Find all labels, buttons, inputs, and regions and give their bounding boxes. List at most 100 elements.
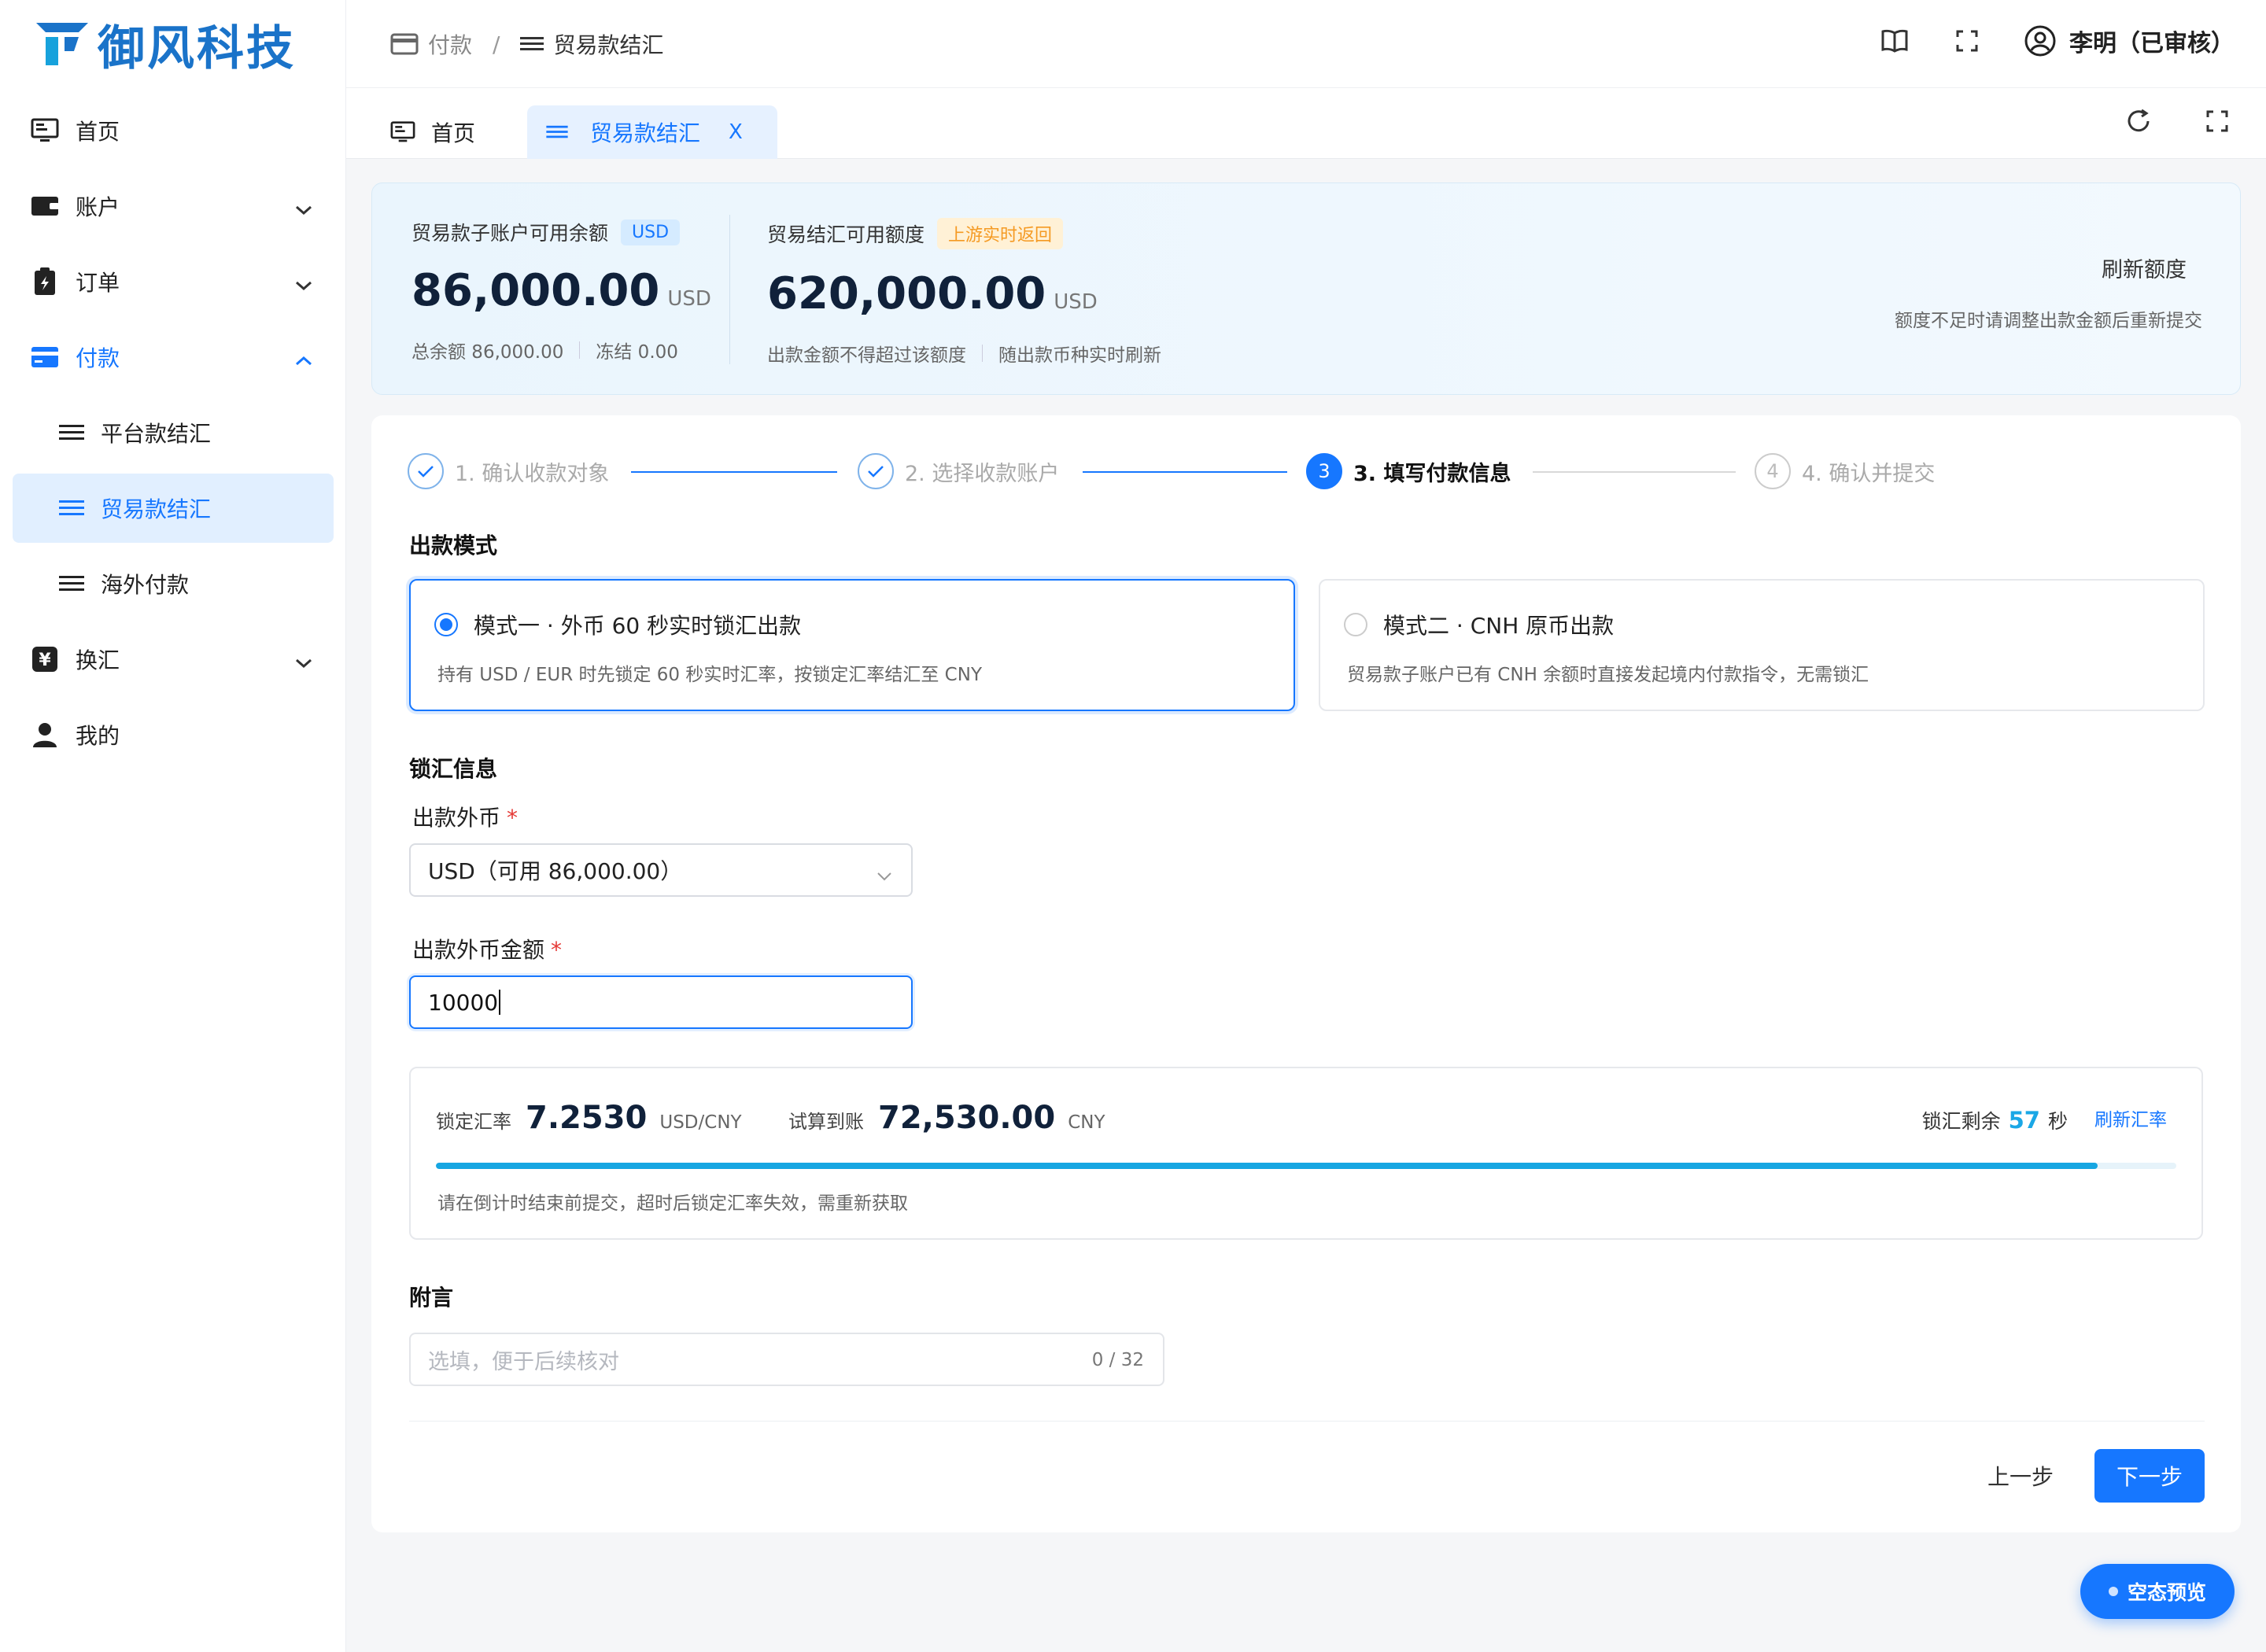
sidebar-item-home[interactable]: 首页 xyxy=(13,96,334,165)
amount-input[interactable]: 10000 xyxy=(409,975,913,1029)
memo-input[interactable]: 选填，便于后续核对 0 / 32 xyxy=(409,1333,1164,1386)
refresh-rate-link[interactable]: 刷新汇率 xyxy=(2094,1104,2167,1131)
tab-trade-settlement[interactable]: 贸易款结汇 X xyxy=(527,105,777,159)
sidebar-item-orders[interactable]: 订单 xyxy=(13,247,334,316)
mode-desc: 持有 USD / EUR 时先锁定 60 秒实时汇率，按锁定汇率结汇至 CNY xyxy=(437,665,982,685)
step-label: 1. 确认收款对象 xyxy=(455,461,610,486)
rate-value: 7.2530 xyxy=(526,1100,648,1136)
quota-note: 出款金额不得超过该额度 xyxy=(767,345,966,366)
fullscreen-icon[interactable] xyxy=(2200,104,2235,138)
fullscreen-icon[interactable] xyxy=(1950,24,1984,58)
currency-value: USD（可用 86,000.00） xyxy=(428,858,683,884)
monitor-icon xyxy=(30,116,60,146)
balance-panel: 贸易款子账户可用余额 USD 86,000.00 USD 总余额 86,000.00… xyxy=(371,183,2241,395)
step-label: 4. 确认并提交 xyxy=(1802,461,1936,486)
section-title-memo: 附言 xyxy=(409,1285,454,1311)
frozen-balance: 冻结 0.00 xyxy=(596,342,678,363)
progress-fill xyxy=(436,1163,2098,1169)
tabs-bar: 首页 贸易款结汇 X xyxy=(346,88,2266,159)
sidebar-item-account[interactable]: 账户 xyxy=(13,171,334,241)
sidebar-item-label: 贸易款结汇 xyxy=(101,496,212,522)
dot-icon xyxy=(2108,1587,2118,1596)
countdown-value: 57 xyxy=(2008,1107,2040,1134)
sidebar-item-label: 账户 xyxy=(76,194,120,220)
quota-note: 随出款币种实时刷新 xyxy=(998,345,1161,366)
refresh-quota-button[interactable]: 刷新额度 xyxy=(1895,253,2202,283)
tab-label: 贸易款结汇 xyxy=(590,120,701,146)
step-number: 3 xyxy=(1306,453,1342,489)
sub-balance-unit: USD xyxy=(667,287,711,311)
list-icon xyxy=(546,124,568,140)
sidebar-item-trade-settlement[interactable]: 贸易款结汇 xyxy=(13,474,334,543)
sidebar-menu: 首页 账户 订单 付款 平台款结汇 贸易款结汇 海外付款 ¥ 换汇 我的 xyxy=(13,96,334,776)
yen-icon: ¥ xyxy=(30,644,60,674)
step-connector xyxy=(1533,471,1736,473)
mode-desc: 贸易款子账户已有 CNH 余额时直接发起境内付款指令，无需锁汇 xyxy=(1347,665,1869,685)
tab-home[interactable]: 首页 xyxy=(371,105,494,159)
tabs-actions xyxy=(2077,104,2235,138)
step-2: 2. 选择收款账户 xyxy=(858,453,1059,489)
sidebar: 御风科技 首页 账户 订单 付款 平台款结汇 贸易款结汇 海外付款 ¥ 换汇 我… xyxy=(0,0,346,1652)
user-icon xyxy=(30,720,60,750)
reload-icon[interactable] xyxy=(2121,104,2156,138)
countdown-unit: 秒 xyxy=(2047,1110,2068,1133)
estimate-value: 72,530.00 xyxy=(878,1100,1056,1136)
brand-logo[interactable]: 御风科技 xyxy=(35,14,296,76)
user-menu[interactable]: 李明（已审核） xyxy=(2024,24,2235,58)
breadcrumb-separator: / xyxy=(493,31,500,57)
mode-option-cnh[interactable]: 模式二 · CNH 原币出款 贸易款子账户已有 CNH 余额时直接发起境内付款指… xyxy=(1319,579,2205,711)
brand-name: 御风科技 xyxy=(98,20,296,76)
step-label: 3. 填写付款信息 xyxy=(1353,461,1511,486)
close-icon[interactable]: X xyxy=(729,120,743,144)
mode-option-lock[interactable]: 模式一 · 外币 60 秒实时锁汇出款 持有 USD / EUR 时先锁定 60… xyxy=(409,579,1295,711)
sidebar-item-exchange[interactable]: ¥ 换汇 xyxy=(13,625,334,694)
chevron-down-icon xyxy=(294,271,313,297)
next-button[interactable]: 下一步 xyxy=(2094,1449,2205,1503)
logo-icon xyxy=(35,20,90,68)
breadcrumb-item-trade: 贸易款结汇 xyxy=(553,32,664,58)
currency-label: 出款外币 * xyxy=(412,805,519,831)
sidebar-item-payment[interactable]: 付款 xyxy=(13,323,334,392)
text-cursor xyxy=(499,990,501,1015)
prev-button[interactable]: 上一步 xyxy=(1973,1449,2068,1503)
sidebar-item-mine[interactable]: 我的 xyxy=(13,700,334,769)
book-icon[interactable] xyxy=(1877,24,1912,58)
estimated-amount: 试算到账 72,530.00 CNY xyxy=(788,1100,1105,1136)
top-bar: 付款 / 贸易款结汇 李明（已审核） xyxy=(346,0,2266,88)
memo-placeholder: 选填，便于后续核对 xyxy=(428,1349,619,1374)
memo-char-count: 0 / 32 xyxy=(1091,1350,1144,1370)
total-balance: 总余额 86,000.00 xyxy=(411,342,564,363)
sub-account-balance: 贸易款子账户可用余额 USD 86,000.00 USD 总余额 86,000.00… xyxy=(411,218,711,363)
radio-unselected[interactable] xyxy=(1344,613,1367,636)
list-icon xyxy=(58,569,85,599)
wallet-icon xyxy=(30,191,60,221)
payment-form-card: 1. 确认收款对象 2. 选择收款账户 3 3. 填写付款信息 4 4. 确认并… xyxy=(371,415,2241,1532)
rate-unit: USD/CNY xyxy=(659,1112,742,1133)
countdown-progress xyxy=(436,1163,2176,1169)
order-icon xyxy=(30,267,60,297)
lock-note: 请在倒计时结束前提交，超时后锁定汇率失效，需重新获取 xyxy=(437,1193,908,1214)
divider xyxy=(982,345,983,362)
trade-quota: 贸易结汇可用额度 上游实时返回 620,000.00 USD 出款金额不得超过该额度… xyxy=(767,218,1161,367)
step-label: 2. 选择收款账户 xyxy=(905,461,1060,486)
quota-amount: 620,000.00 xyxy=(767,268,1046,319)
sidebar-item-overseas-payment[interactable]: 海外付款 xyxy=(13,549,334,618)
radio-selected[interactable] xyxy=(434,613,458,636)
list-icon xyxy=(58,418,85,448)
estimate-unit: CNY xyxy=(1068,1112,1105,1133)
rate-label: 锁定汇率 xyxy=(436,1111,511,1133)
currency-select[interactable]: USD（可用 86,000.00） xyxy=(409,843,913,897)
section-title-lock: 锁汇信息 xyxy=(409,756,498,782)
float-label: 空态预览 xyxy=(2127,1581,2206,1604)
user-name: 李明（已审核） xyxy=(2069,30,2235,57)
chevron-down-icon xyxy=(294,649,313,675)
step-3: 3 3. 填写付款信息 xyxy=(1306,453,1511,489)
sidebar-item-platform-settlement[interactable]: 平台款结汇 xyxy=(13,398,334,467)
countdown: 锁汇剩余 57 秒 xyxy=(1922,1106,2068,1134)
locked-rate: 锁定汇率 7.2530 USD/CNY xyxy=(436,1100,742,1136)
tab-label: 首页 xyxy=(431,120,476,146)
empty-state-preview-button[interactable]: 空态预览 xyxy=(2080,1564,2235,1619)
topbar-actions: 李明（已审核） xyxy=(1840,24,2235,58)
breadcrumb-item-payment[interactable]: 付款 xyxy=(428,28,472,60)
step-4: 4 4. 确认并提交 xyxy=(1755,453,1935,489)
